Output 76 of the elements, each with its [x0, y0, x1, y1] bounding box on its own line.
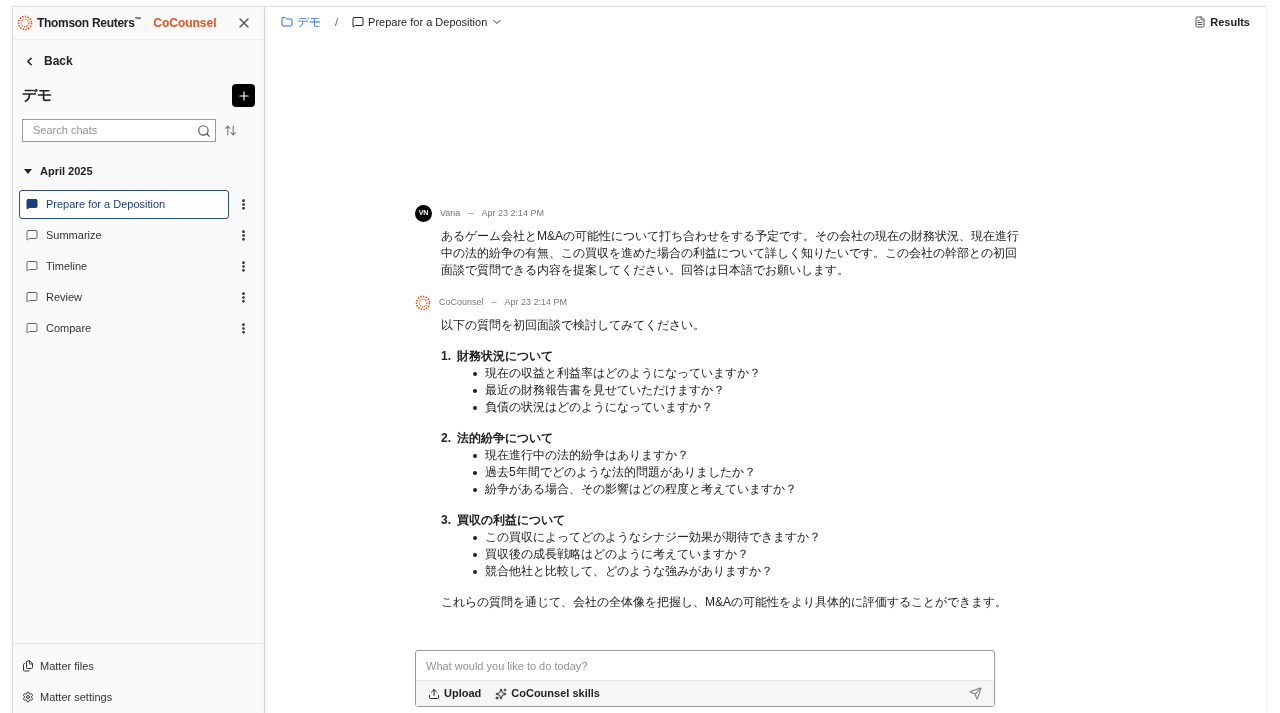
list-item: 現在進行中の法的紛争はありますか？ — [485, 447, 689, 464]
prompt-field[interactable]: What would you like to do today? Upload CoCounsel skills — [415, 650, 995, 707]
section-heading: 財務状況について — [457, 348, 553, 365]
footer-link[interactable]: Matter files — [22, 658, 264, 675]
document-icon — [1194, 16, 1207, 28]
search-icon — [197, 123, 211, 138]
bullet-icon — [473, 487, 477, 492]
logo-icon — [415, 295, 431, 311]
brand-name: Thomson Reuters$^{™}$ — [37, 15, 142, 32]
chat-icon — [26, 229, 38, 241]
meta-separator: – — [491, 296, 497, 310]
upload-icon — [428, 687, 440, 700]
list-item: 負債の状況はどのようになっていますか？ — [485, 399, 713, 416]
message-author: CoCounsel — [439, 296, 484, 310]
section-heading: 買収の利益について — [457, 512, 565, 529]
product-name: CoCounsel — [153, 15, 217, 32]
list-number: 1. — [441, 348, 451, 365]
message-time: Apr 23 2:14 PM — [504, 296, 568, 310]
chat-item[interactable]: Compare — [19, 313, 229, 343]
skills-button[interactable]: CoCounsel skills — [495, 685, 600, 702]
bullet-icon — [473, 569, 477, 574]
bullet-icon — [473, 453, 477, 458]
plus-icon — [236, 88, 251, 103]
bullet-icon — [473, 371, 477, 376]
send-button[interactable] — [969, 687, 982, 700]
breadcrumb-separator: / — [335, 14, 339, 30]
sparkles-icon — [495, 687, 508, 700]
list-number: 2. — [441, 430, 451, 447]
chat-item[interactable]: Review — [19, 282, 229, 312]
results-button[interactable]: Results — [1194, 13, 1250, 31]
folder-icon — [281, 16, 293, 28]
list-item: この買収によってどのようなシナジー効果が期待できますか？ — [485, 529, 821, 546]
logo-icon — [17, 15, 33, 31]
back-button[interactable]: Back — [23, 52, 264, 70]
matter-title: デモ — [22, 85, 52, 106]
meta-separator: – — [468, 206, 474, 220]
bullet-icon — [473, 552, 477, 557]
bullet-icon — [473, 405, 477, 410]
chat-icon — [26, 291, 38, 303]
new-chat-button[interactable] — [232, 84, 255, 107]
list-item: 過去5年間でどのような法的問題がありましたか？ — [485, 464, 756, 481]
list-item: 現在の収益と利益率はどのようになっていますか？ — [485, 365, 761, 382]
footer-link[interactable]: Matter settings — [22, 688, 264, 705]
message-time: Apr 23 2:14 PM — [481, 206, 544, 220]
chat-icon — [26, 322, 38, 334]
prompt-input[interactable]: What would you like to do today? — [416, 651, 994, 680]
chat-icon — [26, 198, 38, 210]
breadcrumb-folder[interactable]: デモ — [281, 13, 321, 31]
bullet-icon — [473, 388, 477, 393]
chat-icon — [26, 260, 38, 272]
chat-title-dropdown[interactable]: Prepare for a Deposition — [352, 13, 504, 31]
files-icon — [22, 660, 34, 673]
message-text: あるゲーム会社とM&Aの可能性について打ち合わせをする予定です。その会社の現在の財務状況、現在進行中の法的紛争の有無、この買収を進めた場合の利益について詳しく知りたいです。この会社の幹部との初回面談で質問できる内容を提案してください。回答は日本語でお願いします。 — [441, 228, 1020, 279]
send-icon — [969, 687, 982, 700]
bullet-icon — [473, 470, 477, 475]
message-text: 以下の質問を初回面談で検討してみてください。 — [441, 317, 706, 334]
chat-item[interactable]: Prepare for a Deposition — [19, 189, 229, 219]
chat-item[interactable]: Summarize — [19, 220, 229, 250]
list-item: 最近の財務報告書を見せていただけますか？ — [485, 382, 725, 399]
upload-button[interactable]: Upload — [428, 685, 482, 702]
list-item: 紛争がある場合、その影響はどの程度と考えていますか？ — [485, 481, 797, 498]
search-field[interactable]: Search chats — [22, 119, 216, 142]
message-text: これらの質問を通じて、会社の全体像を把握し、M&Aの可能性をより具体的に評価することができます。 — [441, 594, 1008, 611]
message-author: Vana — [440, 206, 461, 220]
group-toggle[interactable]: April 2025 — [24, 163, 264, 180]
chat-item[interactable]: Timeline — [19, 251, 229, 281]
list-item: 買収後の成長戦略はどのように考えていますか？ — [485, 546, 749, 563]
sort-button[interactable] — [224, 124, 237, 137]
gear-icon — [22, 690, 34, 703]
section-heading: 法的紛争について — [457, 430, 553, 447]
list-item: 競合他社と比較して、どのような強みがありますか？ — [485, 563, 773, 580]
search-input[interactable]: Search chats — [23, 122, 193, 139]
list-number: 3. — [441, 512, 451, 529]
bullet-icon — [473, 535, 477, 540]
chat-icon — [352, 16, 365, 28]
sort-icon — [224, 124, 237, 137]
